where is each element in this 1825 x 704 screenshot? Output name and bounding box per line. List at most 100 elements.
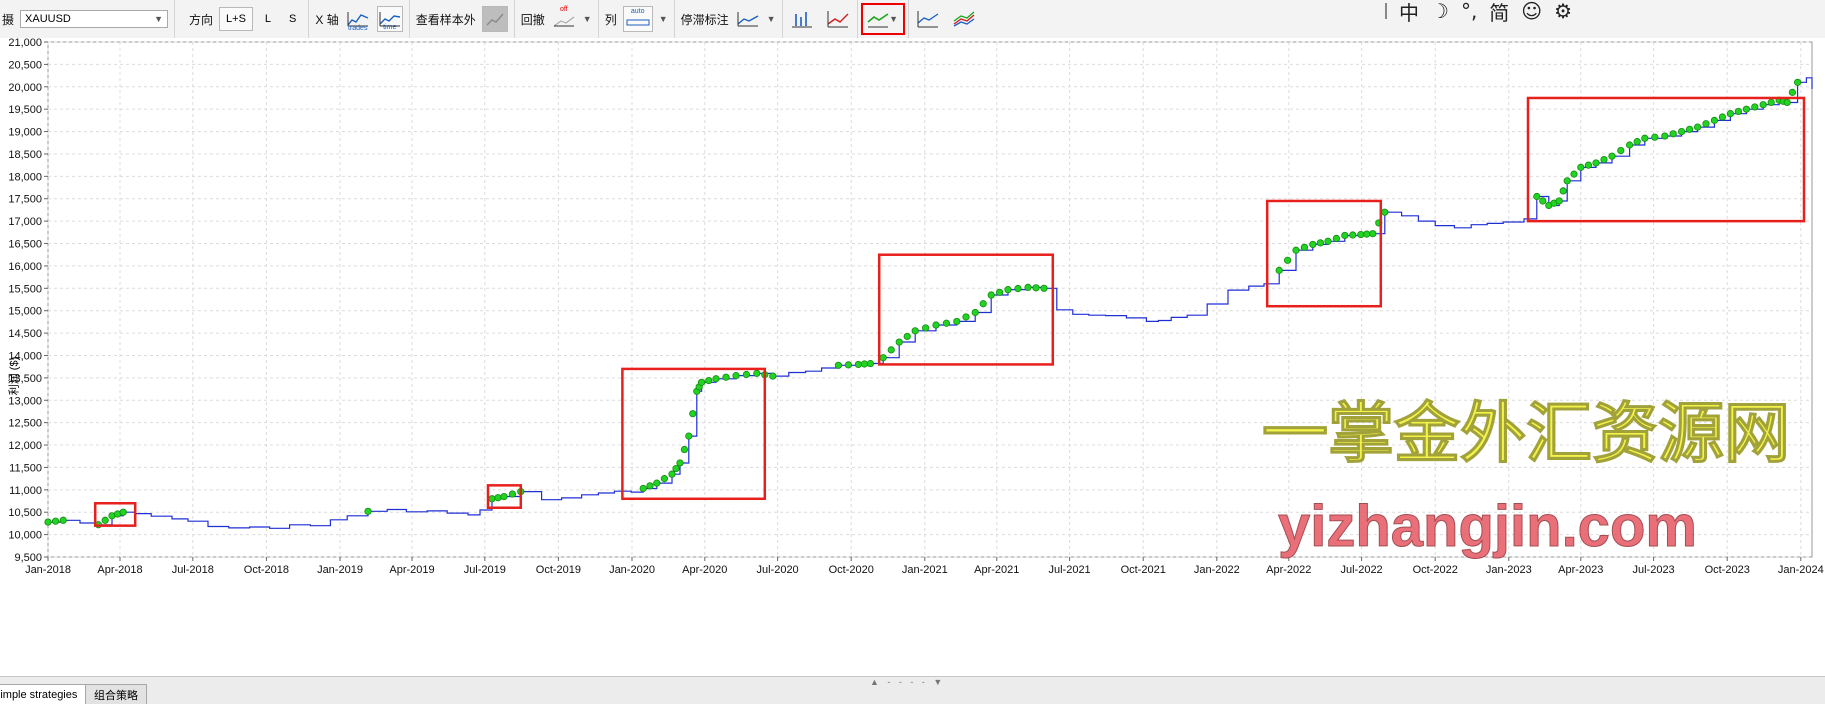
trade-marker <box>1584 161 1593 169</box>
trade-marker <box>500 492 508 501</box>
trade-marker <box>1734 107 1743 116</box>
trade-marker <box>488 495 496 503</box>
y-tick-label: 20,500 <box>8 59 42 71</box>
trade-marker <box>1563 177 1571 185</box>
trade-marker <box>653 479 661 487</box>
trade-marker <box>732 372 740 380</box>
trade-marker <box>639 484 647 493</box>
y-tick-label: 19,000 <box>8 127 42 139</box>
trade-marker <box>1702 120 1710 128</box>
chevron-down-icon[interactable]: ▼ <box>767 14 776 24</box>
chevron-down-icon[interactable]: ▼ <box>659 14 668 24</box>
columns-label: 列 <box>604 12 617 27</box>
simplified-icon[interactable]: 简 <box>1489 0 1509 26</box>
oos-label: 查看样本外 <box>415 12 476 27</box>
trade-marker <box>860 360 869 368</box>
direction-s-button[interactable]: S <box>283 8 302 30</box>
y-tick-label: 10,500 <box>8 507 42 519</box>
tab-portfolio[interactable]: 组合策略 <box>85 684 147 704</box>
watermark-line2: yizhangjin.com <box>1278 494 1697 559</box>
stop-button[interactable] <box>735 6 761 32</box>
trade-marker <box>676 459 684 467</box>
xaxis-group: X 轴 trades time <box>309 0 410 38</box>
trade-marker <box>101 516 109 524</box>
trade-marker <box>44 518 52 526</box>
stop-group: 停滞标注 ▼ <box>675 0 783 38</box>
trade-marker <box>895 338 903 346</box>
xaxis-trades-button[interactable]: trades <box>345 6 371 32</box>
trade-marker <box>1363 230 1371 238</box>
direction-ls-button[interactable]: L+S <box>219 7 253 31</box>
bar-chart-icon <box>791 12 812 28</box>
splitter-handle[interactable]: ▲ - - - - ▼ <box>870 677 945 687</box>
trade-marker <box>769 372 777 380</box>
y-axis-title: 利润 ($) <box>8 356 21 396</box>
red-line-view-button[interactable] <box>825 6 851 32</box>
trade-marker <box>854 360 863 369</box>
y-tick-label: 11,500 <box>9 462 42 474</box>
symbol-select[interactable]: XAUUSD ▼ <box>20 10 169 28</box>
moon-icon[interactable]: ☽ <box>1431 0 1449 23</box>
trade-marker <box>1742 105 1751 113</box>
x-tick-label: Jan-2021 <box>902 564 948 576</box>
y-tick-label: 16,500 <box>8 239 42 251</box>
chevron-down-icon[interactable]: ▼ <box>583 14 592 24</box>
x-tick-label: Jan-2024 <box>1778 564 1824 576</box>
gridlines <box>47 41 1813 558</box>
columns-button[interactable]: auto <box>622 6 653 32</box>
bars-view-button[interactable] <box>789 6 815 32</box>
trade-marker <box>1381 208 1389 216</box>
drawdown-button[interactable]: off <box>551 6 577 32</box>
x-tick-label: Oct-2020 <box>829 564 874 576</box>
x-tick-label: Apr-2021 <box>974 564 1019 576</box>
trade-marker <box>932 321 940 329</box>
y-tick-label: 9,500 <box>14 552 42 564</box>
trade-marker <box>1788 88 1797 96</box>
equity-chart-svg: 9,500 10,000 10,500 11,000 11,500 12,000 12,50… <box>8 38 1824 576</box>
trade-marker <box>1324 237 1332 245</box>
trade-marker <box>903 332 911 341</box>
chinese-mode-icon[interactable]: 中 <box>1399 0 1419 26</box>
trade-marker <box>660 475 669 483</box>
oos-toggle[interactable] <box>481 6 508 32</box>
stop-label: 停滞标注 <box>680 12 729 27</box>
stagnation-chart-icon <box>737 12 758 27</box>
symbol-prefix-label: 摄 <box>2 12 15 27</box>
chart-icon <box>486 13 504 26</box>
trade-marker <box>1369 230 1377 238</box>
direction-l-button[interactable]: L <box>259 8 277 30</box>
trade-marker <box>1292 246 1300 254</box>
trade-marker <box>680 445 689 454</box>
trade-marker <box>1300 243 1309 251</box>
direction-group: 方向 L+S L S <box>183 0 310 38</box>
trade-marker <box>911 327 919 335</box>
xaxis-trades-label: trades <box>348 25 368 32</box>
extra-group <box>909 0 983 38</box>
punctuation-icon[interactable]: °, <box>1461 0 1477 23</box>
trade-marker <box>672 464 680 473</box>
xaxis-time-button[interactable]: time <box>376 6 403 32</box>
trade-marker <box>962 313 970 321</box>
tab-simple-strategies[interactable]: Simple strategies <box>0 684 87 704</box>
trade-marker <box>1592 159 1600 167</box>
chevron-down-icon: ▼ <box>889 14 899 24</box>
symbol-value: XAUUSD <box>25 13 71 25</box>
direction-label: 方向 <box>189 12 214 27</box>
x-tick-label: Oct-2021 <box>1121 564 1166 576</box>
trade-marker <box>1316 239 1325 247</box>
trade-marker <box>1014 284 1022 293</box>
y-tick-label: 11,000 <box>9 485 42 497</box>
trade-marker <box>722 373 730 381</box>
marker-group: ▼ <box>858 0 909 38</box>
xaxis-time-label: time <box>383 24 397 31</box>
drawdown-group: 回撤 off ▼ <box>515 0 599 38</box>
trade-marker <box>1349 231 1357 239</box>
trade-markers-button[interactable]: ▼ <box>860 3 905 35</box>
gear-icon[interactable]: ⚙ <box>1554 0 1572 23</box>
divider <box>1385 3 1387 19</box>
columns-group: 列 auto ▼ <box>599 0 675 38</box>
y-tick-label: 12,000 <box>8 440 42 452</box>
smile-icon[interactable]: ☺ <box>1521 0 1542 23</box>
compare-view-button[interactable] <box>915 6 941 32</box>
portfolio-view-button[interactable] <box>951 6 977 32</box>
